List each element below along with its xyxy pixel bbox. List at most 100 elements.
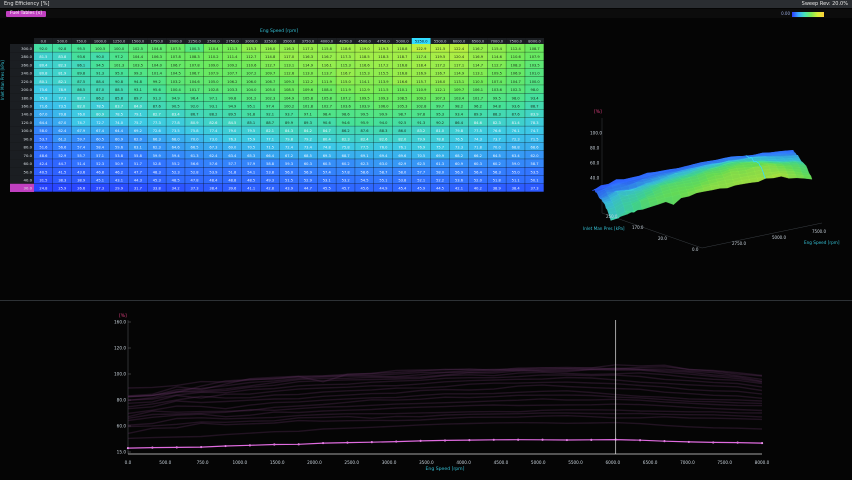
row-header[interactable]: 140.0: [21, 112, 32, 117]
column-header[interactable]: 0.0: [41, 40, 47, 44]
row-header[interactable]: 40.0: [24, 177, 33, 182]
table-cell-value: 57.4: [77, 146, 86, 150]
table-cell-value: 122.4: [454, 47, 465, 51]
row-header[interactable]: 90.0: [24, 136, 33, 141]
table-cell-value: 42.4: [39, 162, 48, 166]
table-cell-value: 106.7: [265, 80, 275, 84]
table-cell-value: 40.5: [39, 170, 47, 174]
table-cell-value: 56.3: [493, 170, 501, 174]
row-header[interactable]: 80.0: [24, 145, 33, 150]
table-cell-value: 95.5: [77, 47, 85, 51]
column-header[interactable]: 2250.0: [188, 40, 201, 44]
y-tick-label-3d: 20.0: [658, 236, 667, 241]
row-header[interactable]: 280.0: [21, 54, 32, 59]
column-header[interactable]: 6000.0: [453, 40, 466, 44]
surface-3d-plot[interactable]: [%] 100.0 80.0 60.0 40.0 Inlet Man Pres [kPa]…: [582, 108, 844, 254]
column-header[interactable]: 2000.0: [169, 40, 182, 44]
table-cell-value: 115.3: [246, 47, 256, 51]
table-cell-value: 60.2: [493, 162, 501, 166]
table-cell-value: 94.8: [134, 80, 143, 84]
column-header[interactable]: 4750.0: [377, 40, 390, 44]
table-cell-value: 120.4: [454, 55, 465, 59]
column-header[interactable]: 3000.0: [245, 40, 258, 44]
column-header[interactable]: 2500.0: [207, 40, 220, 44]
column-header[interactable]: 3500.0: [283, 40, 296, 44]
table-cell-value: 102.8: [416, 104, 427, 108]
column-header[interactable]: 2750.0: [226, 40, 239, 44]
row-header[interactable]: 30.0: [24, 186, 33, 191]
table-cell-value: 89.8: [77, 72, 86, 76]
column-header[interactable]: 500.0: [57, 40, 68, 44]
column-header[interactable]: 3250.0: [264, 40, 277, 44]
efficiency-table[interactable]: 0.0 500.0 750.0 1000.0 1250.0 1500.0 1750.0 200…: [10, 38, 544, 192]
column-header[interactable]: 750.0: [76, 40, 87, 44]
table-cell-value: 105.0: [208, 80, 219, 84]
x-tick-label-3d: 2750.0: [732, 241, 746, 246]
row-header[interactable]: 120.0: [21, 120, 32, 125]
row-header[interactable]: 100.0: [21, 128, 32, 133]
row-header[interactable]: 200.0: [21, 87, 32, 92]
table-cell-value: 103.9: [359, 104, 370, 108]
row-header[interactable]: 260.0: [21, 62, 32, 67]
table-cell-value: 69.4: [379, 154, 388, 158]
table-cell-value: 112.7: [265, 63, 275, 67]
row-header[interactable]: 160.0: [21, 103, 32, 108]
table-cell-value: 52.0: [474, 178, 483, 182]
column-header[interactable]: 5500.0: [434, 40, 447, 44]
column-header[interactable]: 1750.0: [150, 40, 163, 44]
table-cell-value: 68.5: [304, 154, 312, 158]
fuel-tables-chip[interactable]: Fuel Tables [s]: [6, 11, 46, 17]
cross-section-plot[interactable]: [%]160.0 120.0 100.0 80.0 60.0 15.0 0.0 500.0 75…: [110, 312, 770, 472]
column-header[interactable]: 1250.0: [113, 40, 126, 44]
column-header[interactable]: 1500.0: [132, 40, 145, 44]
table-cell-value: 103.5: [133, 63, 143, 67]
column-header[interactable]: 7500.0: [509, 40, 522, 44]
table-cell-value: 58.8: [266, 162, 275, 166]
row-header[interactable]: 60.0: [24, 161, 33, 166]
column-header[interactable]: 4250.0: [339, 40, 352, 44]
table-cell-value: 116.6: [397, 80, 408, 84]
table-cell-value: 67.9: [77, 129, 86, 133]
row-header[interactable]: 70.0: [24, 153, 33, 158]
table-cell-value: 107.2: [246, 72, 256, 76]
table-cell-value: 93.6: [77, 55, 86, 59]
table-cell-value: 73.3: [455, 146, 463, 150]
column-header[interactable]: 4500.0: [358, 40, 371, 44]
row-header[interactable]: 300.0: [21, 46, 32, 51]
column-header[interactable]: 3750.0: [302, 40, 315, 44]
column-header[interactable]: 8000.0: [528, 40, 541, 44]
table-cell-value: 77.3: [153, 121, 161, 125]
table-cell-value: 104.8: [152, 47, 163, 51]
table-cell-value: 55.8: [134, 154, 143, 158]
column-header[interactable]: 5000.0: [396, 40, 409, 44]
table-cell-value: 82.3: [58, 63, 66, 67]
table-cell-value: 45.1: [96, 178, 104, 182]
bottom-x-tick: 2500.0: [344, 460, 359, 465]
table-cell-value: 110.5: [473, 80, 483, 84]
table-cell-value: 64.4: [39, 121, 48, 125]
surface-patch: [759, 157, 769, 160]
column-header[interactable]: 4000.0: [320, 40, 333, 44]
table-cell-value: 78.5: [96, 104, 104, 108]
table-cell-value: 57.1: [96, 154, 104, 158]
table-cell-value: 58.0: [398, 170, 407, 174]
row-header[interactable]: 220.0: [21, 79, 32, 84]
table-cell-value: 48.4: [209, 178, 218, 182]
table-cell-value: 88.7: [531, 104, 539, 108]
column-header[interactable]: 7000.0: [490, 40, 503, 44]
table-cell-value: 78.3: [531, 121, 539, 125]
table-cell-value: 69.9: [436, 154, 445, 158]
column-header[interactable]: 1000.0: [94, 40, 107, 44]
table-cell-value: 116.7: [341, 72, 351, 76]
row-header[interactable]: 50.0: [24, 169, 33, 174]
table-cell-value: 82.3: [342, 137, 350, 141]
row-header[interactable]: 240.0: [21, 71, 32, 76]
row-header[interactable]: 180.0: [21, 95, 32, 100]
table-cell-value: 45.6: [361, 187, 370, 191]
table-cell-value: 81.4: [512, 121, 521, 125]
column-header[interactable]: 5250.0: [415, 40, 428, 44]
table-cell-value: 101.7: [473, 96, 483, 100]
column-header[interactable]: 6500.0: [472, 40, 485, 44]
table-cell-value: 95.0: [115, 72, 124, 76]
table-cell-value: 59.6: [115, 146, 124, 150]
